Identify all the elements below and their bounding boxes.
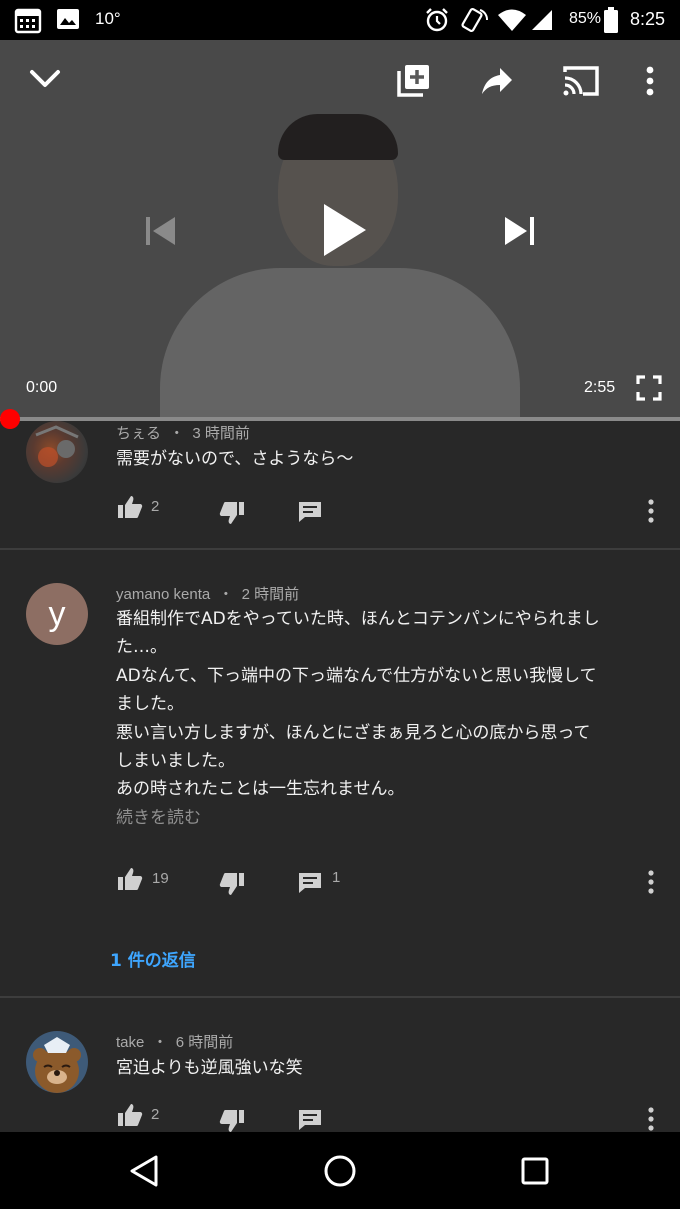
previous-icon[interactable] (144, 214, 178, 248)
thumbs-down-icon[interactable] (219, 872, 245, 896)
comment-author[interactable]: ちぇる (116, 425, 161, 442)
temperature: 10° (95, 9, 121, 28)
reply-icon[interactable] (297, 871, 323, 895)
comment-line: 番組制作でADをやっていた時、ほんとコテンパンにやられまし (116, 609, 600, 629)
home-icon[interactable] (323, 1154, 357, 1188)
duration: 2:55 (584, 379, 616, 396)
comment-line: あの時されたことは一生忘れません。 (116, 779, 405, 800)
comment-item: take ・ 6 時間前 宮迫よりも逆風強いな笑 2 (0, 998, 680, 1132)
avatar-letter: y (48, 594, 66, 633)
comment-line: ました。 (116, 694, 184, 715)
rotate-icon (461, 7, 488, 33)
comment-time: 3 時間前 (192, 425, 250, 442)
like-count: 2 (151, 498, 160, 515)
reply-icon[interactable] (297, 500, 323, 524)
next-icon[interactable] (502, 214, 536, 248)
current-time: 0:00 (26, 379, 58, 396)
comment-more-icon[interactable] (645, 870, 657, 894)
cast-icon[interactable] (561, 64, 601, 98)
avatar[interactable] (26, 421, 88, 483)
back-icon[interactable] (128, 1154, 160, 1188)
reply-count: 1 (332, 869, 341, 886)
avatar-image (33, 1037, 81, 1093)
battery-icon (604, 7, 618, 33)
wifi-icon (498, 9, 526, 31)
read-more-link[interactable]: 続きを読む (116, 804, 656, 832)
comment-line: 需要がないので、さようなら〜 (116, 449, 354, 469)
separator-dot: ・ (152, 1034, 168, 1051)
comment-author[interactable]: yamano kenta (116, 586, 210, 603)
avatar-image (35, 425, 79, 467)
comment-time: 6 時間前 (175, 1034, 234, 1051)
play-icon[interactable] (318, 200, 370, 260)
clock: 8:25 (630, 9, 666, 29)
separator-dot: ・ (218, 586, 234, 603)
thumbs-down-icon[interactable] (219, 501, 245, 525)
like-count: 2 (151, 1106, 160, 1123)
comment-item: y yamano kenta ・ 2 時間前 番組制作でADをやっていた時、ほん… (0, 550, 680, 996)
alarm-icon (426, 8, 448, 32)
comment-author-line: take ・ 6 時間前 (116, 1031, 233, 1052)
fullscreen-icon[interactable] (636, 375, 662, 401)
battery-percent: 85% (569, 10, 602, 27)
thumbs-up-icon[interactable] (117, 867, 143, 891)
comment-text: 番組制作でADをやっていた時、ほんとコテンパンにやられまし た…。 ADなんて、… (116, 605, 656, 832)
comment-line: しまいました。 (116, 751, 235, 772)
comment-more-icon[interactable] (645, 1107, 657, 1131)
comment-author[interactable]: take (116, 1034, 144, 1051)
separator-dot: ・ (169, 425, 185, 442)
comment-item: ちぇる ・ 3 時間前 需要がないので、さようなら〜 2 (0, 421, 680, 548)
video-player[interactable]: 0:00 2:55 (0, 40, 680, 418)
comment-text: 需要がないので、さようなら〜 (116, 445, 656, 473)
comment-text: 宮迫よりも逆風強いな笑 (116, 1054, 656, 1082)
comment-more-icon[interactable] (645, 499, 657, 523)
reply-icon[interactable] (297, 1108, 323, 1132)
comment-line: 悪い言い方しますが、ほんとにざまぁ見ろと心の底から思って (116, 722, 591, 743)
calendar-icon (14, 8, 42, 34)
view-replies-link[interactable]: 1 件の返信 (110, 946, 196, 971)
avatar[interactable]: y (26, 583, 88, 645)
like-count: 19 (152, 870, 169, 887)
comment-line: 宮迫よりも逆風強いな笑 (116, 1058, 303, 1078)
comment-author-line: ちぇる ・ 3 時間前 (116, 422, 250, 443)
comment-time: 2 時間前 (241, 586, 300, 603)
chevron-down-icon[interactable] (28, 66, 62, 92)
system-nav-bar (0, 1132, 680, 1209)
thumbs-down-icon[interactable] (219, 1109, 245, 1132)
share-icon[interactable] (480, 66, 514, 96)
status-bar: 10° 85% 8:25 (0, 0, 680, 40)
thumbs-up-icon[interactable] (117, 495, 143, 519)
avatar[interactable] (26, 1031, 88, 1093)
comment-line: た…。 (116, 637, 167, 658)
comment-author-line: yamano kenta ・ 2 時間前 (116, 583, 299, 604)
recents-icon[interactable] (520, 1156, 550, 1186)
more-vert-icon[interactable] (640, 66, 660, 96)
thumbs-up-icon[interactable] (117, 1103, 143, 1127)
image-icon (57, 9, 79, 29)
comment-line: ADなんて、下っ端中の下っ端なんで仕方がないと思い我慢して (116, 665, 597, 686)
add-to-playlist-icon[interactable] (396, 62, 432, 98)
signal-icon (532, 10, 552, 30)
